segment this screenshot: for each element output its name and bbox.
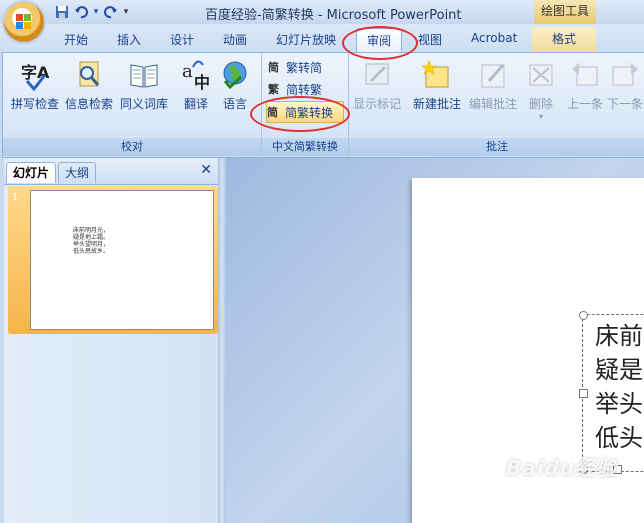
slide-number: 1 <box>12 192 19 203</box>
baidu-watermark: Baidu经验 <box>506 456 618 480</box>
office-logo-icon <box>16 14 32 30</box>
pane-tabs: 幻灯片 大纲 ✕ <box>4 158 218 185</box>
chinese-conversion-label: 简繁转换 <box>285 105 334 120</box>
group-chinese-conversion: 简 繁转简 繁 简转繁 简 简繁转换 中文简繁转换 <box>262 53 349 156</box>
simplified-to-traditional-button[interactable]: 繁 简转繁 <box>268 79 348 99</box>
tab-acrobat[interactable]: Acrobat <box>471 31 517 45</box>
slide-thumbnail-row[interactable]: 1 床前明月光， 疑是地上霜。 举头望明月， 低头思故乡。 <box>8 186 218 334</box>
chinese-group-label: 中文简繁转换 <box>262 138 348 156</box>
simplified-to-traditional-label: 简转繁 <box>286 82 323 97</box>
language-label: 语言 <box>222 97 247 111</box>
customize-qat-icon[interactable]: ▾ <box>122 4 130 20</box>
tab-slideshow[interactable]: 幻灯片放映 <box>276 31 336 48</box>
edit-comment-label: 编辑批注 <box>468 97 517 111</box>
proofing-group-label: 校对 <box>3 138 261 156</box>
thumb-line-4: 低头思故乡。 <box>73 248 110 255</box>
edit-comment-button[interactable]: 编辑批注 <box>467 57 519 121</box>
quick-access-toolbar: ▾ ▾ <box>54 4 130 20</box>
group-proofing: 字A 拼写检查 信息检索 同义词库 a 中 翻译 语言 校对 <box>3 53 262 156</box>
poem-line-1: 床前 <box>595 322 643 350</box>
next-comment-icon <box>609 59 641 91</box>
simplified-to-traditional-icon: 繁 <box>268 83 279 96</box>
undo-icon[interactable] <box>73 4 89 20</box>
watermark-url: jingyan.baidu.com <box>536 497 629 508</box>
next-comment-button[interactable]: 下一条 <box>599 57 644 121</box>
edit-comment-icon <box>477 59 509 91</box>
tab-home[interactable]: 开始 <box>64 31 88 48</box>
thumb-line-1: 床前明月光， <box>73 227 110 234</box>
spelling-label: 拼写检查 <box>10 97 59 111</box>
poem-line-2: 疑是 <box>595 356 643 384</box>
traditional-to-simplified-icon: 简 <box>268 61 279 74</box>
tab-view[interactable]: 视图 <box>418 31 442 48</box>
title-bar: ▾ ▾ 百度经验-简繁转换 - Microsoft PowerPoint 绘图工… <box>0 0 644 24</box>
research-button[interactable]: 信息检索 <box>63 57 115 121</box>
drawing-tools-header: 绘图工具 <box>534 0 596 24</box>
slides-pane: 幻灯片 大纲 ✕ 1 床前明月光， 疑是地上霜。 举头望明月， 低头思故乡。 <box>4 158 218 523</box>
previous-comment-icon <box>569 59 601 91</box>
poem-text-box[interactable]: 床前 疑是 举头 低头 <box>579 311 644 474</box>
tab-review[interactable]: 审阅 <box>356 28 403 53</box>
thumb-line-3: 举头望明月， <box>73 241 110 248</box>
tab-outline[interactable]: 大纲 <box>58 162 97 183</box>
tab-slides[interactable]: 幻灯片 <box>6 162 57 183</box>
slide-thumbnail[interactable]: 床前明月光， 疑是地上霜。 举头望明月， 低头思故乡。 <box>30 190 214 330</box>
ribbon-tab-row: 开始 插入 设计 动画 幻灯片放映 审阅 视图 Acrobat 格式 <box>0 24 644 53</box>
new-comment-label: 新建批注 <box>412 97 461 111</box>
new-comment-button[interactable]: 新建批注 <box>411 57 463 121</box>
conversion-icon: 简 <box>267 106 278 119</box>
close-pane-icon[interactable]: ✕ <box>200 162 212 178</box>
comments-group-label: 批注 <box>349 138 644 156</box>
thumb-line-2: 疑是地上霜。 <box>73 234 110 241</box>
poem-line-4: 低头 <box>595 424 643 452</box>
spelling-icon: 字A <box>19 59 51 91</box>
save-icon[interactable] <box>54 4 70 20</box>
ribbon: 字A 拼写检查 信息检索 同义词库 a 中 翻译 语言 校对 简 繁转简 繁 简… <box>2 52 644 158</box>
tab-insert[interactable]: 插入 <box>117 31 141 48</box>
globe-check-icon <box>219 59 251 91</box>
translate-icon: a 中 <box>182 60 211 92</box>
traditional-to-simplified-button[interactable]: 简 繁转简 <box>268 57 348 77</box>
next-comment-label: 下一条 <box>606 97 643 111</box>
redo-icon[interactable] <box>103 4 119 20</box>
poem-line-3: 举头 <box>595 390 643 418</box>
new-comment-icon <box>421 59 453 91</box>
traditional-to-simplified-label: 繁转简 <box>286 60 323 75</box>
thesaurus-label: 同义词库 <box>119 97 168 111</box>
resize-handle-left[interactable] <box>579 389 588 398</box>
chinese-conversion-button[interactable]: 简 简繁转换 <box>266 101 344 123</box>
show-markup-label: 显示标记 <box>352 97 401 111</box>
language-button[interactable]: 语言 <box>209 57 261 121</box>
group-comments: 显示标记 新建批注 编辑批注 删除 ▾ 上一条 下一条 批注 <box>349 53 644 156</box>
research-icon <box>73 59 105 91</box>
office-button[interactable] <box>4 2 44 42</box>
spelling-button[interactable]: 字A 拼写检查 <box>9 57 61 121</box>
window-title: 百度经验-简繁转换 - Microsoft PowerPoint <box>205 8 462 23</box>
tab-design[interactable]: 设计 <box>170 31 194 48</box>
research-label: 信息检索 <box>64 97 113 111</box>
show-markup-icon <box>361 59 393 91</box>
dropdown-glyph[interactable]: ▾ <box>92 4 100 20</box>
tab-animation[interactable]: 动画 <box>223 31 247 48</box>
show-markup-button[interactable]: 显示标记 <box>351 57 403 121</box>
book-icon <box>128 59 160 91</box>
resize-handle-top-left[interactable] <box>579 311 588 320</box>
tab-format[interactable]: 格式 <box>532 27 596 52</box>
thesaurus-button[interactable]: 同义词库 <box>118 57 170 121</box>
pane-splitter[interactable] <box>218 158 226 523</box>
delete-comment-icon <box>525 59 557 91</box>
